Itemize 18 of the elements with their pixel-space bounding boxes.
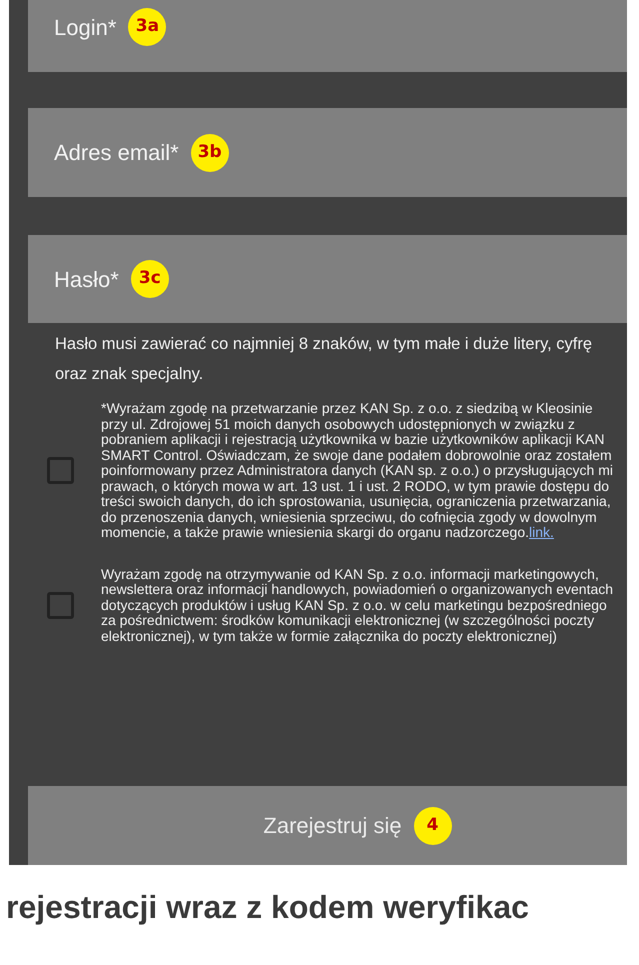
- consent-text: *Wyrażam zgodę na przetwarzanie przez KAN Sp. z o.o. z siedzibą w Kleosinie przy ul. Zdrojowej 51 moich danych osobowych udostępnionych w związku z pobraniem aplikacji i rejestracją użytkownika w bazie użytkowników aplikacji KAN SMART Control. Oświadczam, że swoje dane podałem dobrowolnie oraz zostałem poinformowany przez Administratora danych (KAN sp. z o.o.) o przysługujących mi prawach, o których mowa w art. 13 ust. 1 i ust. 2 RODO, w tym prawie dostępu do treści swoich danych, do ich sprostowania, usunięcia, ograniczenia przetwarzania, do przenoszenia danych, wniesienia sprzeciwu, do cofnięcia zgody w dowolnym momencie, a także prawie wniesienia skargi do organu nadzorczego.link.: [101, 401, 614, 540]
- input-field[interactable]: Adres email* 3b: [28, 108, 627, 197]
- input-field[interactable]: Hasło* 3c: [28, 235, 627, 323]
- field-label: Adres email*: [54, 139, 179, 167]
- step-badge: 4: [414, 806, 452, 844]
- field-label: Login*: [54, 14, 116, 42]
- step-badge: 3a: [128, 8, 166, 46]
- password-hint: Hasło musi zawierać co najmniej 8 znaków, w tym małe i duże litery, cyfrę oraz znak specjalny.: [55, 334, 594, 385]
- step-badge: 3b: [190, 134, 229, 172]
- step-badge: 3c: [130, 260, 169, 298]
- section-heading: rejestracji wraz z kodem weryfikac: [6, 888, 530, 927]
- field-label: Hasło*: [54, 266, 119, 294]
- consent-checkbox[interactable]: [47, 592, 74, 619]
- consent-link[interactable]: link.: [529, 524, 554, 540]
- consent-checkbox[interactable]: [47, 457, 74, 484]
- consent-text: Wyrażam zgodę na otrzymywanie od KAN Sp. z o.o. informacji marketingowych, newslettera oraz informacji handlowych, powiadomień o organizowanych eventach dotyczących produktów i usług KAN Sp. z o.o. w celu marketingu bezpośredniego za pośrednictwem: środków komunikacji elektronicznej (w szczególności poczty elektronicznej), w tym także w formie załącznika do poczty elektronicznej): [101, 566, 614, 644]
- register-button[interactable]: Zarejestruj się 4: [28, 786, 627, 865]
- input-field[interactable]: Login* 3a: [28, 0, 627, 72]
